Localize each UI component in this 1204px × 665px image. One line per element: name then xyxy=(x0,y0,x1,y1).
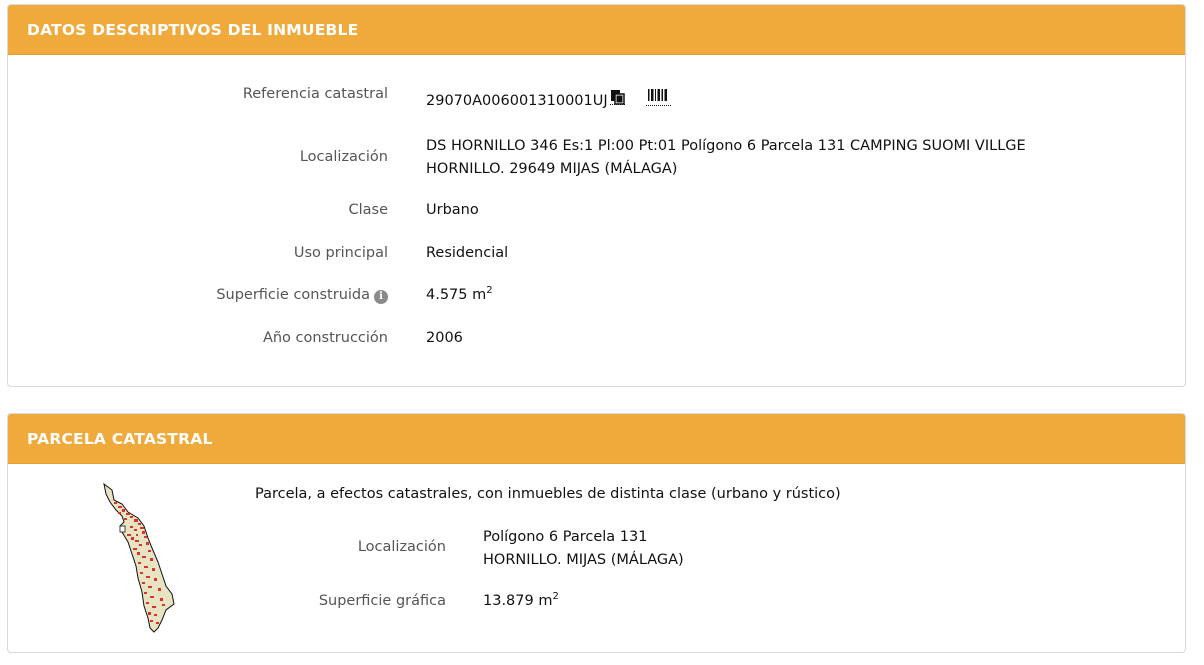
parcela-superficie-unit-sup: 2 xyxy=(552,591,559,602)
referencia-value[interactable]: 29070A006001310001UJ xyxy=(426,93,608,109)
parcela-superficie-value: 13.879 m2 xyxy=(483,590,559,613)
parcela-localizacion-line1: Polígono 6 Parcela 131 xyxy=(483,529,648,545)
superficie-unit-sup: 2 xyxy=(486,285,493,296)
uso-label: Uso principal xyxy=(293,245,388,261)
referencia-label: Referencia catastral xyxy=(242,86,388,102)
parcela-localizacion-line2: HORNILLO. MIJAS (MÁLAGA) xyxy=(483,552,684,568)
superficie-value: 4.575 m2 xyxy=(426,284,493,307)
parcela-localizacion-label: Localización xyxy=(357,539,446,555)
clase-label: Clase xyxy=(348,202,388,218)
parcela-panel-title: PARCELA CATASTRAL xyxy=(27,429,213,448)
info-icon[interactable]: i xyxy=(374,290,388,304)
superficie-number: 4.575 m xyxy=(426,287,487,303)
anio-value: 2006 xyxy=(426,330,463,346)
datos-panel-title: DATOS DESCRIPTIVOS DEL INMUEBLE xyxy=(27,20,359,39)
parcela-catastral-panel: PARCELA CATASTRAL Parcela, a efectos cat… xyxy=(7,413,1186,653)
parcela-superficie-number: 13.879 m xyxy=(483,593,553,609)
parcela-panel-header: PARCELA CATASTRAL xyxy=(8,414,1185,464)
datos-panel-header: DATOS DESCRIPTIVOS DEL INMUEBLE xyxy=(8,5,1185,55)
clase-value: Urbano xyxy=(426,202,479,218)
localizacion-line1: DS HORNILLO 346 Es:1 Pl:00 Pt:01 Polígon… xyxy=(426,138,1026,154)
uso-value: Residencial xyxy=(426,245,509,261)
datos-descriptivos-panel: DATOS DESCRIPTIVOS DEL INMUEBLE Referenc… xyxy=(7,4,1186,387)
referencia-value-wrap: 29070A006001310001UJ xyxy=(426,87,672,115)
parcela-superficie-label: Superficie gráfica xyxy=(318,593,446,609)
superficie-label-wrap: Superficie construida i xyxy=(216,287,388,304)
barcode-icon[interactable] xyxy=(645,87,672,115)
localizacion-label: Localización xyxy=(299,149,388,165)
copy-icon[interactable] xyxy=(609,89,626,113)
parcel-map-thumbnail[interactable] xyxy=(100,482,180,638)
superficie-label: Superficie construida xyxy=(216,287,370,303)
parcela-description: Parcela, a efectos catastrales, con inmu… xyxy=(255,486,841,502)
localizacion-value: DS HORNILLO 346 Es:1 Pl:00 Pt:01 Polígon… xyxy=(426,135,1026,181)
localizacion-line2: HORNILLO. 29649 MIJAS (MÁLAGA) xyxy=(426,161,678,177)
anio-label: Año construcción xyxy=(262,330,388,346)
parcela-localizacion-value: Polígono 6 Parcela 131 HORNILLO. MIJAS (… xyxy=(483,526,684,572)
